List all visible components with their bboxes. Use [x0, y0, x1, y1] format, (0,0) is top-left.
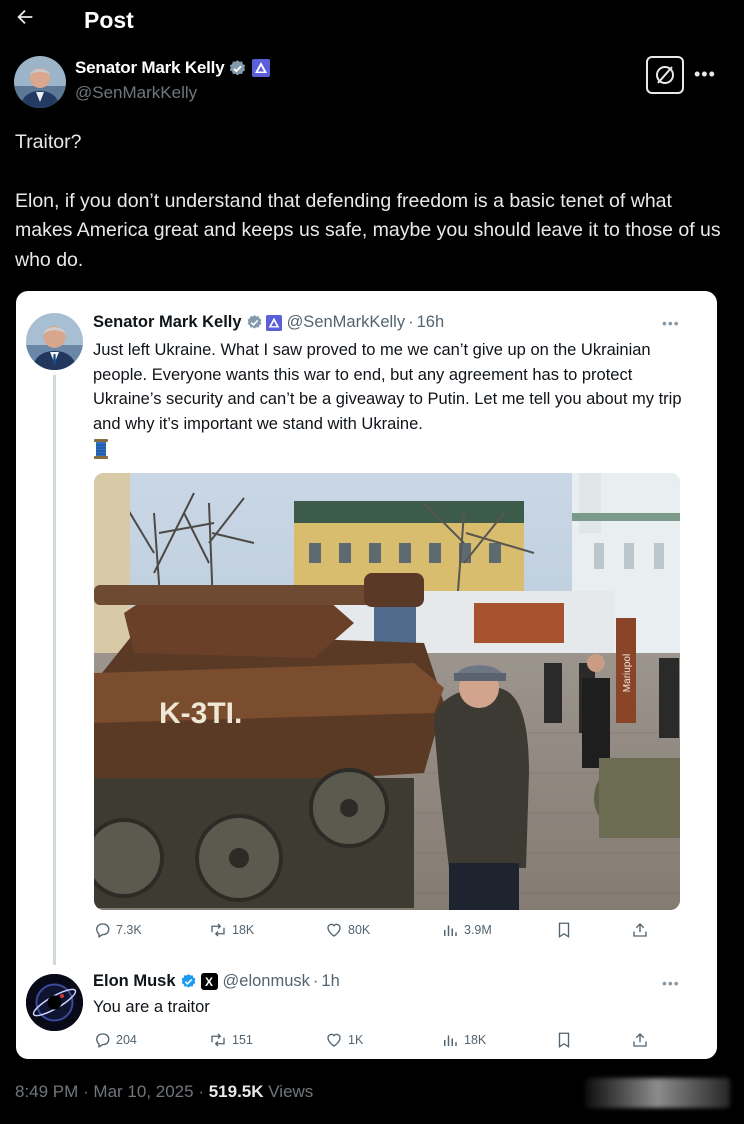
x-affiliate-badge-icon: X [200, 973, 218, 990]
reply-author-avatar[interactable] [26, 974, 83, 1031]
share-icon [633, 1033, 647, 1047]
author-avatar[interactable] [14, 56, 66, 108]
reply-button[interactable]: 7.3K [93, 921, 142, 939]
reply-header: Elon Musk X @elonmusk · 1h [93, 972, 340, 991]
verified-badge-icon [247, 315, 261, 329]
back-arrow-icon[interactable] [14, 6, 44, 36]
reply-more-icon[interactable]: ••• [662, 975, 680, 991]
separator-dot: · [408, 313, 414, 331]
meta-dot: · [78, 1082, 94, 1101]
author-name-row: Senator Mark Kelly [75, 58, 271, 78]
tweet-text: Traitor? Elon, if you don’t understand t… [15, 128, 725, 275]
repost-icon [211, 1033, 225, 1047]
verified-badge-icon [181, 974, 195, 988]
reply-count: 204 [116, 1033, 137, 1047]
post-time[interactable]: 8:49 PM [15, 1082, 78, 1101]
author-handle: @SenMarkKelly [75, 83, 198, 102]
quoted-author-avatar[interactable] [26, 313, 83, 370]
reply-author-name[interactable]: Elon Musk [93, 972, 176, 991]
reply-timestamp[interactable]: 1h [321, 972, 339, 991]
like-count: 1K [348, 1033, 364, 1047]
post-date[interactable]: Mar 10, 2025 [93, 1082, 193, 1101]
government-badge-icon [252, 59, 271, 77]
repost-icon [211, 923, 225, 937]
reply-author-handle: @elonmusk [222, 972, 310, 990]
bookmark-icon [558, 1032, 570, 1049]
views-button[interactable]: 3.9M [441, 921, 492, 939]
post-meta: 8:49 PM · Mar 10, 2025 · 519.5K Views [15, 1082, 313, 1102]
views-count: 18K [464, 1033, 487, 1047]
quoted-author-handle: @SenMarkKelly [286, 313, 406, 331]
thread-spool-icon [94, 439, 108, 459]
more-options-icon[interactable]: ••• [694, 64, 716, 85]
quoted-timestamp[interactable]: 16h [417, 313, 445, 332]
share-button[interactable] [631, 921, 654, 939]
repost-button[interactable]: 18K [209, 921, 254, 939]
share-icon [633, 923, 647, 937]
reply-action-bar: 204 151 1K 18K [93, 1031, 683, 1053]
thread-connector-line [53, 375, 56, 965]
page-title: Post [84, 7, 134, 33]
quoted-header: Senator Mark Kelly @SenMarkKelly · 16h [93, 313, 444, 332]
share-button[interactable] [631, 1031, 654, 1049]
like-button[interactable]: 1K [325, 1031, 363, 1049]
views-count: 3.9M [464, 923, 492, 937]
reply-button[interactable]: 204 [93, 1031, 137, 1049]
tank-graffiti-text: K-3TI. [159, 697, 242, 730]
quoted-author-name[interactable]: Senator Mark Kelly [93, 313, 242, 332]
like-count: 80K [348, 923, 371, 937]
quoted-more-icon[interactable]: ••• [662, 315, 680, 331]
repost-count: 151 [232, 1033, 253, 1047]
views-label: Views [263, 1082, 314, 1101]
watermark-blur [585, 1078, 730, 1108]
mariupol-sign-text: Mariupol [622, 654, 633, 692]
meta-dot: · [193, 1082, 209, 1101]
grok-button[interactable] [646, 56, 684, 94]
tweet-line-2: Elon, if you don’t understand that defen… [15, 189, 721, 271]
quoted-screenshot-card: Senator Mark Kelly @SenMarkKelly · 16h •… [16, 291, 717, 1059]
bookmark-button[interactable] [555, 1031, 578, 1049]
views-button[interactable]: 18K [441, 1031, 486, 1049]
reply-text: You are a traitor [93, 998, 210, 1016]
bookmark-icon [558, 922, 570, 939]
heart-icon [327, 923, 341, 937]
post-photo[interactable]: Mariupol K-3TI. [94, 473, 680, 910]
views-chart-icon [444, 1035, 457, 1046]
repost-button[interactable]: 151 [209, 1031, 253, 1049]
quoted-text-block: Just left Ukraine. What I saw proved to … [93, 338, 703, 460]
grok-icon [656, 66, 674, 84]
repost-count: 18K [232, 923, 255, 937]
reply-icon [96, 1033, 110, 1048]
separator-dot: · [312, 972, 319, 990]
government-badge-icon [265, 314, 282, 331]
heart-icon [327, 1033, 341, 1047]
quoted-action-bar: 7.3K 18K 80K 3.9M [93, 921, 683, 943]
reply-count: 7.3K [116, 923, 142, 937]
quoted-text: Just left Ukraine. What I saw proved to … [93, 341, 682, 433]
verified-badge-icon [230, 59, 246, 75]
author-name[interactable]: Senator Mark Kelly [75, 58, 225, 78]
like-button[interactable]: 80K [325, 921, 370, 939]
views-total: 519.5K [208, 1082, 264, 1101]
tweet-line-1: Traitor? [15, 131, 82, 153]
bookmark-button[interactable] [555, 921, 578, 939]
reply-icon [96, 923, 110, 938]
top-bar: Post [0, 0, 744, 44]
views-chart-icon [444, 925, 457, 936]
